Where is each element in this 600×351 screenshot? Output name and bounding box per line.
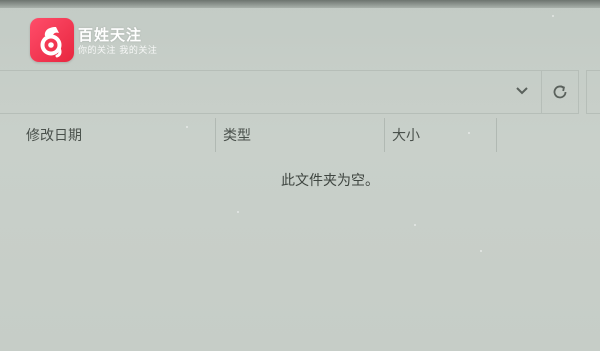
watermark-logo [30, 18, 74, 62]
dust-speck [414, 224, 416, 226]
address-bar[interactable] [0, 70, 542, 114]
empty-folder-message: 此文件夹为空。 [281, 173, 379, 189]
dust-speck [186, 126, 188, 128]
logo-mark-icon [40, 27, 62, 58]
refresh-button[interactable] [542, 70, 579, 114]
dust-speck [552, 15, 554, 17]
chevron-down-icon [516, 87, 528, 95]
screen-bezel [0, 0, 600, 8]
watermark-brand-name: 百姓天注 [78, 26, 143, 44]
dust-speck [468, 132, 470, 134]
refresh-icon [553, 85, 567, 99]
column-divider[interactable] [215, 118, 216, 152]
dust-speck [237, 211, 239, 213]
column-divider[interactable] [496, 118, 497, 152]
column-divider[interactable] [384, 118, 385, 152]
watermark-tagline: 你的关注 我的关注 [78, 46, 158, 56]
column-header-size[interactable]: 大小 [392, 120, 492, 150]
toolbar-edge [586, 70, 600, 114]
column-header-type[interactable]: 类型 [223, 120, 383, 150]
dust-speck [480, 250, 482, 252]
column-header-date-modified[interactable]: 修改日期 [26, 120, 214, 150]
address-history-dropdown-button[interactable] [508, 78, 536, 104]
